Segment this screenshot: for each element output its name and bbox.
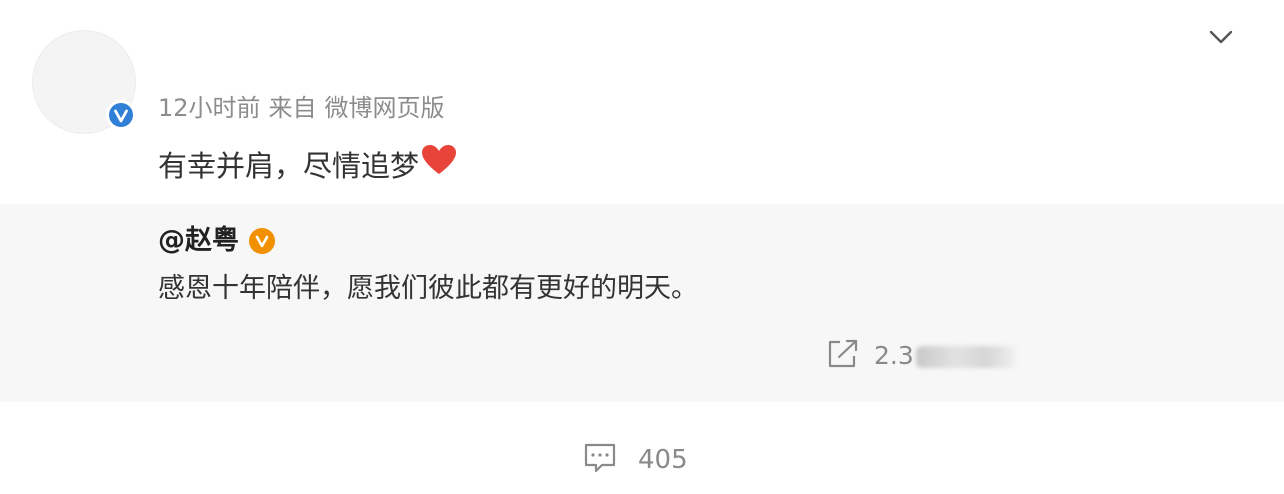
repost-share-stat[interactable]: 2.3	[826, 338, 1016, 374]
weibo-post-card: 12小时前 来自 微博网页版 有幸并肩，尽情追梦 @赵粤 感恩十年陪伴，愿我们彼此都…	[0, 0, 1284, 494]
source-prefix: 来自	[268, 94, 317, 122]
orange-verified-badge-icon	[249, 228, 275, 254]
post-content: 有幸并肩，尽情追梦	[158, 144, 457, 187]
chevron-down-icon[interactable]	[1204, 22, 1238, 52]
original-post-text: 感恩十年陪伴，愿我们彼此都有更好的明天。	[158, 273, 698, 304]
post-meta: 12小时前 来自 微博网页版	[158, 92, 453, 124]
comment-count: 405	[638, 445, 688, 475]
share-count: 2.3	[874, 339, 1016, 373]
original-author-name[interactable]: @赵粤	[158, 222, 239, 260]
share-icon	[826, 338, 860, 374]
comment-icon	[582, 440, 618, 480]
red-heart-icon	[421, 144, 457, 187]
original-author[interactable]: @赵粤	[158, 222, 275, 260]
post-text: 有幸并肩，尽情追梦	[158, 148, 420, 183]
blurred-region	[915, 346, 1016, 368]
comment-button[interactable]: 405	[582, 440, 688, 480]
post-source[interactable]: 微博网页版	[325, 94, 445, 122]
blue-verified-badge-icon	[106, 100, 136, 130]
post-time[interactable]: 12小时前	[158, 94, 261, 122]
